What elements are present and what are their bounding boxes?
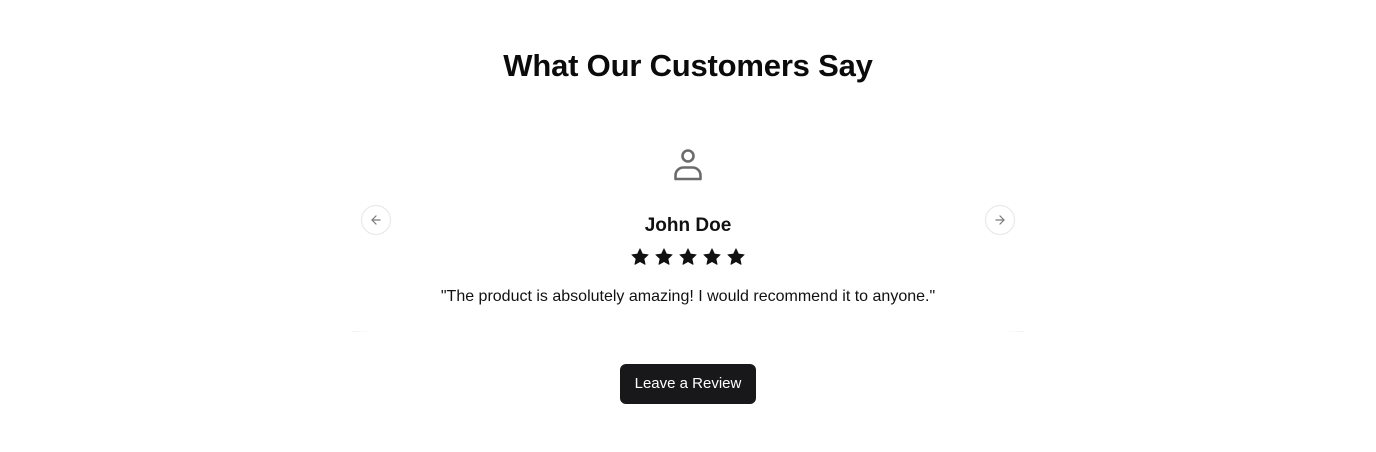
testimonial-quote: "The product is absolutely amazing! I wo… [440,288,936,305]
testimonial-carousel: John Doe "The product is absolutely amaz… [352,120,1024,332]
carousel-next-button[interactable] [985,205,1015,235]
star-icon [631,248,649,265]
star-icon [727,248,745,265]
star-icon [679,248,697,265]
star-rating [352,247,1024,267]
leave-review-button[interactable]: Leave a Review [620,364,756,404]
testimonials-section: What Our Customers Say John Doe "The pro… [0,0,1376,452]
user-icon [670,146,706,182]
section-title: What Our Customers Say [503,48,873,83]
arrow-right-icon [993,213,1007,227]
star-icon [655,248,673,265]
carousel-divider [352,331,1024,332]
reviewer-name: John Doe [644,215,732,236]
star-icon [703,248,721,265]
